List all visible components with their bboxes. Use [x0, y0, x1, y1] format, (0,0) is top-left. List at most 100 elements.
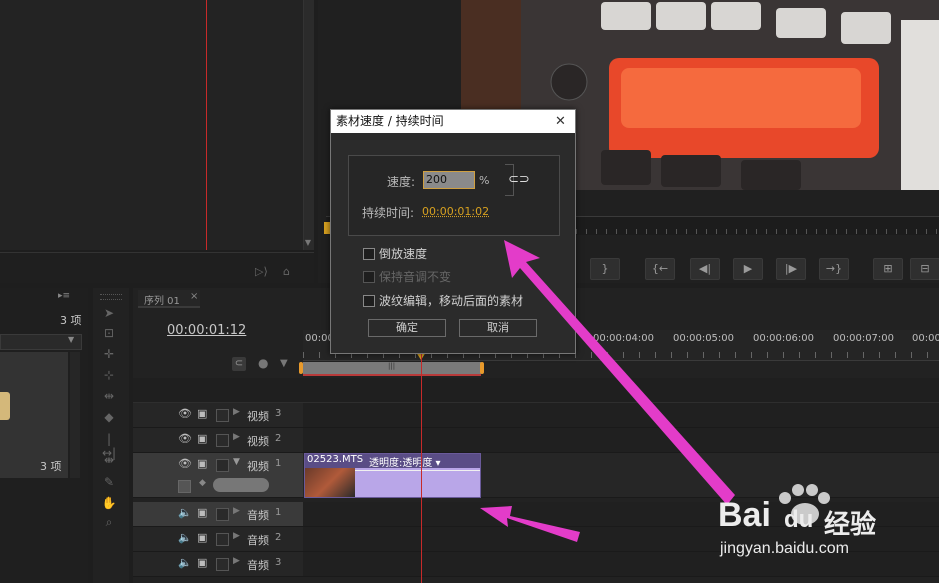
work-area-start-handle[interactable] — [299, 362, 303, 374]
track-lane-video-3[interactable] — [303, 403, 939, 428]
track-expand-icon[interactable]: ▶ — [233, 556, 240, 566]
climate-button-3 — [711, 2, 761, 30]
track-eye-icon[interactable]: 👁 — [178, 457, 192, 470]
sequence-playhead[interactable] — [421, 352, 422, 583]
work-area-grip-icon[interactable]: ||| — [388, 362, 395, 370]
track-expand-icon[interactable]: ▼ — [233, 457, 240, 467]
track-label: 音频 — [247, 557, 269, 573]
speed-label: 速度: — [387, 173, 415, 190]
vent-button — [741, 160, 801, 190]
overwrite-icon[interactable]: ⌂ — [283, 265, 290, 278]
reverse-speed-checkbox[interactable] — [363, 248, 375, 260]
snap-icon[interactable]: ⊂ — [232, 357, 246, 371]
track-header-audio-1[interactable]: 🔈 ▣ ▶ 音频 1 — [133, 502, 303, 527]
project-panel-menu-icon[interactable]: ▸≡ — [58, 291, 70, 301]
track-eye-icon[interactable]: 👁 — [178, 407, 192, 420]
track-header-audio-3[interactable]: 🔈 ▣ ▶ 音频 3 — [133, 552, 303, 577]
keyframe-toggle[interactable] — [178, 480, 191, 493]
lift-button[interactable]: ⊞ — [873, 258, 903, 280]
track-sync-icon[interactable]: ▣ — [197, 506, 207, 519]
rolling-edit-tool-icon[interactable]: ⊹ — [100, 368, 118, 384]
work-area-end-handle[interactable] — [480, 362, 484, 374]
track-header-audio-2[interactable]: 🔈 ▣ ▶ 音频 2 — [133, 527, 303, 552]
track-speaker-icon[interactable]: 🔈 — [178, 556, 192, 569]
track-sync-icon[interactable]: ▣ — [197, 531, 207, 544]
link-chain-icon[interactable]: ⊂⊃ — [508, 172, 530, 187]
track-header-video-2[interactable]: 👁 ▣ ▶ 视频 2 — [133, 428, 303, 453]
marker-icon[interactable]: ● — [258, 356, 268, 370]
sequence-tab-close-icon[interactable]: × — [190, 291, 198, 302]
speed-input[interactable]: 200 — [423, 171, 475, 189]
razor-tool-icon[interactable]: ◆ — [100, 410, 118, 426]
track-speaker-icon[interactable]: 🔈 — [178, 506, 192, 519]
mark-out-button[interactable]: } — [590, 258, 620, 280]
source-scrollbar-down-icon[interactable]: ▼ — [303, 238, 313, 248]
maintain-pitch-label: 保持音调不变 — [379, 268, 451, 285]
keyframe-navigator[interactable] — [213, 478, 269, 492]
export-frame-icon[interactable]: ▷⟩ — [255, 265, 268, 278]
hand-tool-icon[interactable]: ✋ — [100, 496, 118, 512]
zoom-tool-icon[interactable]: ⌕ — [100, 515, 118, 531]
watermark-brand-a: Bai — [718, 496, 771, 535]
dialog-close-icon[interactable]: ✕ — [555, 110, 566, 133]
track-lock-toggle[interactable] — [216, 558, 229, 571]
track-lock-toggle[interactable] — [216, 533, 229, 546]
step-back-button[interactable]: ◀| — [690, 258, 720, 280]
play-button[interactable]: ▶ — [733, 258, 763, 280]
ruler-label-5: 00:00 — [912, 333, 939, 344]
speed-group-box — [348, 155, 560, 236]
watermark-url: jingyan.baidu.com — [720, 540, 849, 558]
sequence-tab[interactable]: 序列 01 × — [138, 290, 200, 308]
track-expand-icon[interactable]: ▶ — [233, 506, 240, 516]
project-scrollbar[interactable] — [70, 352, 80, 478]
watermark-brand-b: du — [784, 506, 813, 534]
go-to-out-button[interactable]: →} — [819, 258, 849, 280]
ok-button[interactable]: 确定 — [368, 319, 446, 337]
track-sync-icon[interactable]: ▣ — [197, 556, 207, 569]
climate-button-2 — [656, 2, 706, 30]
add-marker-icon[interactable]: ▼ — [280, 358, 288, 369]
duration-label: 持续时间: — [362, 204, 414, 221]
rate-stretch-tool-icon[interactable]: ⇹ — [100, 389, 118, 405]
track-header-spacer — [133, 378, 939, 403]
track-lock-toggle[interactable] — [216, 409, 229, 422]
duration-value[interactable]: 00:00:01:02 — [422, 205, 489, 218]
selection-tool-icon[interactable]: ➤ — [100, 306, 118, 322]
ripple-edit-checkbox[interactable] — [363, 295, 375, 307]
track-select-tool-icon[interactable]: ⊡ — [100, 326, 118, 342]
project-bin-thumbnail[interactable] — [0, 392, 10, 420]
track-expand-icon[interactable]: ▶ — [233, 432, 240, 442]
track-lane-video-2[interactable] — [303, 428, 939, 453]
pen-tool-icon[interactable]: ✎ — [100, 475, 118, 491]
track-number: 1 — [275, 458, 281, 469]
slide-tool-icon[interactable]: ⇼ — [100, 453, 118, 469]
sequence-timecode[interactable]: 00:00:01:12 — [167, 323, 246, 338]
ripple-edit-tool-icon[interactable]: ✛ — [100, 347, 118, 363]
track-camera-icon[interactable]: ▣ — [197, 407, 207, 420]
track-speaker-icon[interactable]: 🔈 — [178, 531, 192, 544]
video-clip[interactable]: 02523.MTS 透明度:透明度 ▾ — [304, 453, 481, 498]
track-camera-icon[interactable]: ▣ — [197, 432, 207, 445]
go-to-in-button[interactable]: {← — [645, 258, 675, 280]
track-expand-icon[interactable]: ▶ — [233, 407, 240, 417]
source-scrollbar[interactable] — [303, 0, 314, 250]
pwr-knob — [551, 64, 587, 100]
keyframe-diamond-icon[interactable]: ◆ — [199, 478, 206, 488]
slip-tool-icon[interactable]: |↔| — [100, 432, 118, 448]
track-lock-toggle[interactable] — [216, 508, 229, 521]
step-forward-button[interactable]: |▶ — [776, 258, 806, 280]
project-dropdown-chevron-icon[interactable]: ▼ — [68, 335, 74, 344]
extract-button[interactable]: ⊟ — [910, 258, 939, 280]
ruler-label-3: 00:00:06:00 — [753, 333, 814, 344]
track-eye-icon[interactable]: 👁 — [178, 432, 192, 445]
source-playhead — [206, 0, 207, 250]
track-lock-toggle[interactable] — [216, 434, 229, 447]
clip-effect-dropdown[interactable]: 透明度:透明度 ▾ — [369, 454, 441, 469]
track-header-video-3[interactable]: 👁 ▣ ▶ 视频 3 — [133, 403, 303, 428]
track-header-video-1[interactable]: 👁 ▣ ▼ 视频 1 ◆ — [133, 453, 303, 498]
clip-opacity-line — [355, 470, 480, 471]
track-expand-icon[interactable]: ▶ — [233, 531, 240, 541]
track-camera-icon[interactable]: ▣ — [197, 457, 207, 470]
cancel-button[interactable]: 取消 — [459, 319, 537, 337]
track-lock-toggle[interactable] — [216, 459, 229, 472]
